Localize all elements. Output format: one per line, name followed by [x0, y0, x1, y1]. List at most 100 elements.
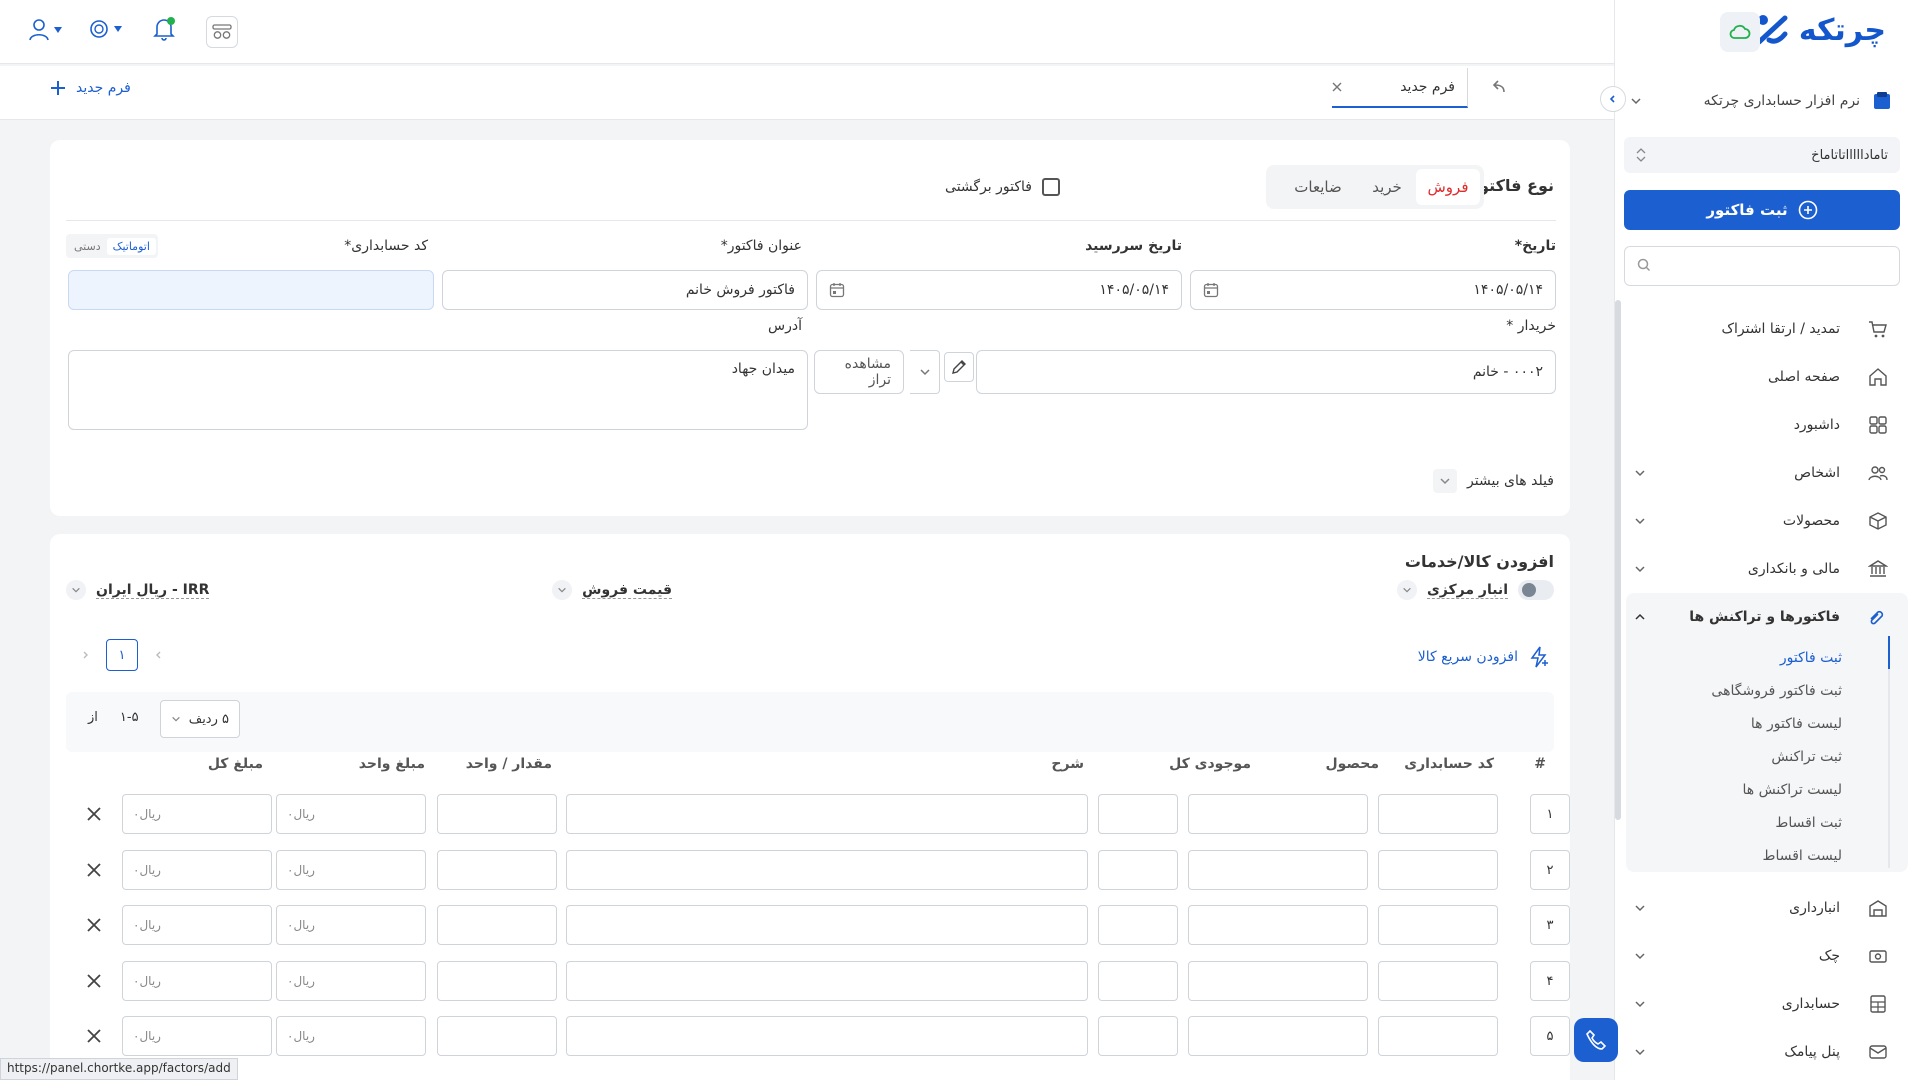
chevron-left-icon[interactable]	[154, 650, 164, 660]
user-menu[interactable]	[28, 18, 62, 42]
row-product-cell[interactable]	[1188, 905, 1368, 945]
return-invoice-checkbox[interactable]: فاکتور برگشتی	[945, 178, 1060, 196]
fiscal-year-select[interactable]: تاماداااااتاتاماخ	[1624, 137, 1900, 173]
row-account-code-cell[interactable]	[1378, 905, 1498, 945]
account-code-field[interactable]	[68, 270, 434, 310]
row-total-cell[interactable]: ریال۰	[122, 905, 272, 945]
row-description-cell[interactable]	[566, 1016, 1088, 1056]
buyer-dropdown-toggle[interactable]	[910, 350, 940, 394]
sidebar-item-products[interactable]: محصولات	[1614, 497, 1920, 545]
sidebar-scrollbar[interactable]	[1615, 300, 1621, 820]
row-unit-price-cell[interactable]: ریال۰	[276, 961, 426, 1001]
support-call-button[interactable]	[1574, 1018, 1618, 1062]
sidebar-item-accounting[interactable]: حسابداری	[1614, 980, 1920, 1028]
sidebar-subitem-new-invoice[interactable]: ثبت فاکتور	[1626, 641, 1908, 674]
buyer-select[interactable]: ۰۰۰۲ - خانم	[976, 350, 1556, 394]
row-stock-cell[interactable]	[1098, 850, 1178, 890]
warehouse-toggle[interactable]	[1518, 580, 1554, 600]
delete-row-button[interactable]	[84, 915, 104, 935]
new-invoice-button[interactable]: ثبت فاکتور	[1624, 190, 1900, 230]
row-total-cell[interactable]: ریال۰	[122, 850, 272, 890]
row-product-cell[interactable]	[1188, 1016, 1368, 1056]
cloud-sync-button[interactable]	[1720, 12, 1760, 52]
sidebar-subitem-installment-list[interactable]: لیست اقساط	[1626, 839, 1908, 872]
sidebar-item-cheque[interactable]: چک	[1614, 932, 1920, 980]
warehouse-selector[interactable]: انبار مرکزی	[1396, 580, 1554, 600]
row-account-code-cell[interactable]	[1378, 961, 1498, 1001]
delete-row-button[interactable]	[84, 971, 104, 991]
sidebar-item-dashboard[interactable]: داشبورد	[1614, 401, 1920, 449]
row-unit-price-cell[interactable]: ریال۰	[276, 1016, 426, 1056]
brand-logo[interactable]: چرتکه	[1755, 12, 1886, 48]
sidebar-item-home[interactable]: صفحه اصلی	[1614, 353, 1920, 401]
row-total-cell[interactable]: ریال۰	[122, 961, 272, 1001]
row-unit-price-cell[interactable]: ریال۰	[276, 850, 426, 890]
row-product-cell[interactable]	[1188, 794, 1368, 834]
type-option-sale[interactable]: فروش	[1416, 169, 1480, 205]
invoice-title-field[interactable]: فاکتور فروش خانم	[442, 270, 808, 310]
row-unit-price-cell[interactable]: ریال۰	[276, 905, 426, 945]
row-account-code-cell[interactable]	[1378, 1016, 1498, 1056]
currency-menu[interactable]	[88, 18, 122, 40]
sidebar-item-invoices[interactable]: فاکتورها و تراکنش ها	[1626, 593, 1908, 641]
rows-per-page-select[interactable]: ۵ ردیف	[160, 700, 240, 738]
type-option-waste[interactable]: ضایعات	[1278, 169, 1358, 205]
sidebar-item-warehouse[interactable]: انبارداری	[1614, 884, 1920, 932]
row-stock-cell[interactable]	[1098, 794, 1178, 834]
row-account-code-cell[interactable]	[1378, 794, 1498, 834]
currency-selector[interactable]: IRR - ریال ایران	[66, 580, 210, 600]
sidebar-item-finance[interactable]: مالی و بانکداری	[1614, 545, 1920, 593]
row-quantity-cell[interactable]	[437, 850, 557, 890]
row-unit-price-cell[interactable]: ریال۰	[276, 794, 426, 834]
back-button[interactable]	[1490, 80, 1506, 94]
row-product-cell[interactable]	[1188, 850, 1368, 890]
sidebar-subitem-new-transaction[interactable]: ثبت تراکنش	[1626, 740, 1908, 773]
row-stock-cell[interactable]	[1098, 905, 1178, 945]
sidebar-subitem-invoice-list[interactable]: لیست فاکتور ها	[1626, 707, 1908, 740]
sidebar-search[interactable]	[1624, 246, 1900, 286]
row-quantity-cell[interactable]	[437, 961, 557, 1001]
row-stock-cell[interactable]	[1098, 1016, 1178, 1056]
row-total-cell[interactable]: ریال۰	[122, 1016, 272, 1056]
row-quantity-cell[interactable]	[437, 794, 557, 834]
code-mode-auto[interactable]: اتوماتیک	[106, 237, 156, 255]
row-stock-cell[interactable]	[1098, 961, 1178, 1001]
delete-row-button[interactable]	[84, 860, 104, 880]
edit-buyer-button[interactable]	[944, 352, 974, 382]
row-quantity-cell[interactable]	[437, 1016, 557, 1056]
sidebar-subitem-transaction-list[interactable]: لیست تراکنش ها	[1626, 773, 1908, 806]
delete-row-button[interactable]	[84, 1026, 104, 1046]
chevron-right-icon[interactable]	[80, 650, 90, 660]
company-selector[interactable]: نرم افزار حسابداری چرتکه	[1630, 86, 1892, 116]
sidebar-collapse-button[interactable]	[1600, 86, 1626, 112]
sidebar-subitem-shop-invoice[interactable]: ثبت فاکتور فروشگاهی	[1626, 674, 1908, 707]
calendar-icon[interactable]	[829, 282, 845, 298]
code-mode-manual[interactable]: دستی	[68, 238, 107, 255]
sidebar-item-sms[interactable]: پنل پیامک	[1614, 1028, 1920, 1076]
address-textarea[interactable]: میدان جهاد	[68, 350, 808, 430]
close-icon[interactable]	[1332, 82, 1342, 92]
delete-row-button[interactable]	[84, 804, 104, 824]
notifications-button[interactable]	[152, 16, 176, 42]
more-fields-toggle[interactable]: فیلد های بیشتر	[1433, 469, 1554, 493]
date-field[interactable]: ۱۴۰۵/۰۵/۱۴	[1190, 270, 1556, 310]
quick-add-button[interactable]: افزودن سریع کالا	[1418, 646, 1550, 668]
glasses-button[interactable]	[206, 16, 238, 48]
row-product-cell[interactable]	[1188, 961, 1368, 1001]
calendar-icon[interactable]	[1203, 282, 1219, 298]
view-balance-button[interactable]: مشاهده تراز	[814, 350, 904, 394]
checkbox-box[interactable]	[1042, 178, 1060, 196]
price-type-selector[interactable]: قیمت فروش	[552, 580, 672, 600]
type-option-purchase[interactable]: خرید	[1358, 169, 1416, 205]
tab-new-form[interactable]: فرم جدید	[1332, 68, 1468, 108]
row-description-cell[interactable]	[566, 961, 1088, 1001]
row-description-cell[interactable]	[566, 850, 1088, 890]
page-current[interactable]: ۱	[106, 639, 138, 671]
row-quantity-cell[interactable]	[437, 905, 557, 945]
sidebar-search-input[interactable]	[1659, 247, 1889, 283]
due-date-field[interactable]: ۱۴۰۵/۰۵/۱۴	[816, 270, 1182, 310]
sidebar-subitem-new-installment[interactable]: ثبت اقساط	[1626, 806, 1908, 839]
row-total-cell[interactable]: ریال۰	[122, 794, 272, 834]
row-description-cell[interactable]	[566, 905, 1088, 945]
row-account-code-cell[interactable]	[1378, 850, 1498, 890]
